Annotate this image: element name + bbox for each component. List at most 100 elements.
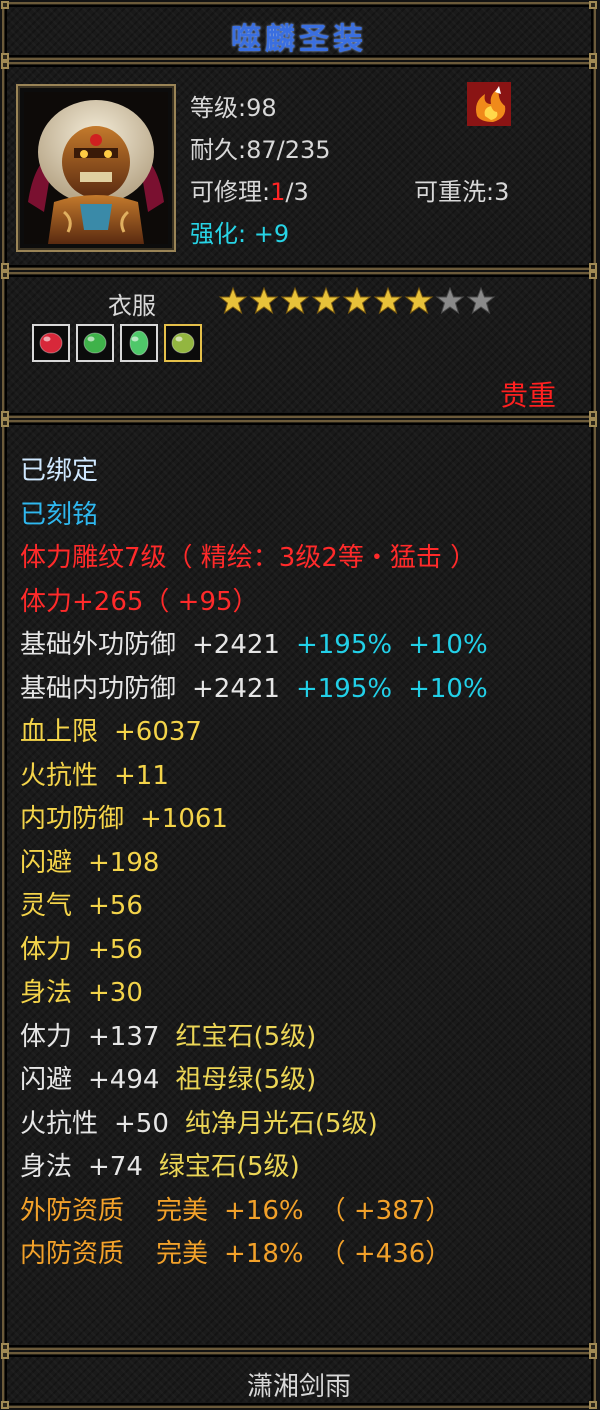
quality-line: 外防资质 完美 +16% （ +387）	[20, 1190, 585, 1234]
item-portrait[interactable]	[16, 84, 176, 252]
hp-max-line: 血上限 +6037	[20, 711, 585, 755]
attr-label: 闪避	[20, 847, 73, 878]
repair-label: 可修理:	[190, 178, 271, 206]
attr-label: 闪避	[20, 1065, 73, 1095]
attr-label: 内功防御	[20, 804, 125, 834]
repair-total: /3	[285, 178, 309, 206]
star-empty-icon	[435, 286, 465, 315]
attr-pct-extra: +10%	[408, 630, 488, 660]
attr-value: +6037	[114, 717, 202, 747]
attr-label: 基础外功防御	[20, 630, 177, 660]
attr-value: +2421	[192, 630, 280, 660]
attr-value: +74	[88, 1152, 143, 1182]
spirit-line: 灵气 +56	[20, 885, 585, 929]
enhance-label: 强化:	[190, 220, 247, 248]
item-type-panel: 衣服 贵重	[1, 271, 597, 419]
gem-slot[interactable]	[120, 324, 158, 362]
star-rating	[218, 286, 496, 316]
attr-value: +30	[88, 978, 143, 1008]
engraved-status: 已刻铭	[20, 499, 99, 530]
quality-extra: （ +387）	[319, 1195, 452, 1226]
attr-label: 身法	[20, 1152, 73, 1182]
item-info-panel: 等级:98 耐久:87/235 可修理:1/3 可重洗:3 强化: +9	[1, 61, 597, 271]
gem-name: 绿宝石	[158, 1152, 237, 1182]
agility-line: 身法 +30	[20, 972, 585, 1016]
star-filled-icon	[218, 286, 248, 315]
attr-label: 灵气	[20, 891, 73, 921]
gem-slot[interactable]	[76, 324, 114, 362]
gem-line: 体力 +137 红宝石(5级)	[20, 1016, 585, 1060]
attr-value: +198	[88, 847, 160, 878]
item-name: 噬麟圣装	[231, 22, 367, 57]
repair-count: 可修理:1/3	[190, 172, 309, 207]
star-filled-icon	[373, 286, 403, 315]
enhance-value: +9	[253, 220, 290, 248]
gem-level: (5级)	[236, 1152, 300, 1182]
gem-name: 祖母绿	[175, 1065, 254, 1095]
attr-label: 体力	[20, 934, 73, 965]
attr-value: +137	[88, 1021, 160, 1052]
gem-slot[interactable]	[32, 324, 70, 362]
gem-slot[interactable]	[164, 324, 202, 362]
emerald-gem-icon	[83, 332, 107, 354]
gem-line: 闪避 +494 祖母绿(5级)	[20, 1059, 585, 1103]
star-filled-icon	[342, 286, 372, 315]
carving-line: 体力雕纹7级（ 精绘：3级2等・猛击 ）	[20, 543, 477, 573]
level-text: 等级:98	[190, 94, 277, 122]
quality-grade: 完美	[156, 1195, 209, 1226]
attr-value: +11	[114, 760, 169, 791]
attr-label: 体力	[20, 1021, 73, 1052]
armor-portrait-icon	[24, 92, 168, 244]
bound-status: 已绑定	[20, 456, 99, 486]
attr-pct-extra: +10%	[408, 673, 488, 704]
title-bar: 噬麟圣装	[1, 1, 597, 61]
gem-level: (5级)	[253, 1065, 317, 1095]
green-crystal-gem-icon	[129, 330, 149, 356]
stamina-bonus-line: 体力+265（ +95）	[20, 586, 259, 617]
ruby-gem-icon	[39, 332, 63, 354]
enhance-level: 强化: +9	[190, 214, 289, 249]
attr-label: 基础内功防御	[20, 673, 177, 704]
attr-label: 血上限	[20, 717, 99, 747]
attr-value: +50	[114, 1108, 169, 1139]
quality-extra: （ +436）	[319, 1239, 452, 1269]
attr-pct: +195%	[295, 630, 393, 660]
attr-value: +1061	[140, 804, 228, 834]
attr-value: +56	[88, 891, 143, 921]
footer-bar: 潇湘剑雨	[1, 1351, 597, 1409]
rewash-count: 可重洗:3	[414, 178, 510, 206]
item-slot-type: 衣服	[108, 292, 156, 320]
inner-def-line: 内功防御 +1061	[20, 798, 585, 842]
star-empty-icon	[466, 286, 496, 315]
attr-value: +56	[88, 934, 143, 965]
quality-grade: 完美	[156, 1239, 209, 1269]
int-def-line: 基础内功防御 +2421 +195% +10%	[20, 668, 585, 712]
gem-line: 身法 +74 绿宝石(5级)	[20, 1146, 585, 1190]
quality-label: 内防资质	[20, 1239, 125, 1269]
attr-label: 身法	[20, 978, 73, 1008]
star-filled-icon	[311, 286, 341, 315]
gem-level: (5级)	[253, 1021, 317, 1052]
attr-label: 火抗性	[20, 760, 99, 791]
gem-level: (5级)	[314, 1108, 378, 1139]
repair-used: 1	[270, 178, 286, 206]
dodge-line: 闪避 +198	[20, 842, 585, 886]
rarity-label: 贵重	[499, 379, 556, 412]
attr-pct: +195%	[295, 673, 393, 704]
star-filled-icon	[280, 286, 310, 315]
attribute-list: 已绑定 已刻铭 体力雕纹7级（ 精绘：3级2等・猛击 ） 体力+265（ +95…	[20, 450, 585, 1277]
jade-gem-icon	[171, 332, 195, 354]
attr-label: 火抗性	[20, 1108, 99, 1139]
gem-name: 红宝石	[175, 1021, 254, 1052]
stamina-line: 体力 +56	[20, 929, 585, 973]
quality-pct: +16%	[224, 1195, 304, 1226]
gem-line: 火抗性 +50 纯净月光石(5级)	[20, 1103, 585, 1147]
fire-res-line: 火抗性 +11	[20, 755, 585, 799]
server-name: 潇湘剑雨	[246, 1372, 351, 1402]
flame-badge-icon[interactable]	[467, 82, 511, 126]
ext-def-line: 基础外功防御 +2421 +195% +10%	[20, 624, 585, 668]
attr-value: +2421	[192, 673, 280, 704]
quality-label: 外防资质	[20, 1195, 125, 1226]
quality-pct: +18%	[224, 1239, 304, 1269]
attributes-panel: 已绑定 已刻铭 体力雕纹7级（ 精绘：3级2等・猛击 ） 体力+265（ +95…	[1, 419, 597, 1351]
